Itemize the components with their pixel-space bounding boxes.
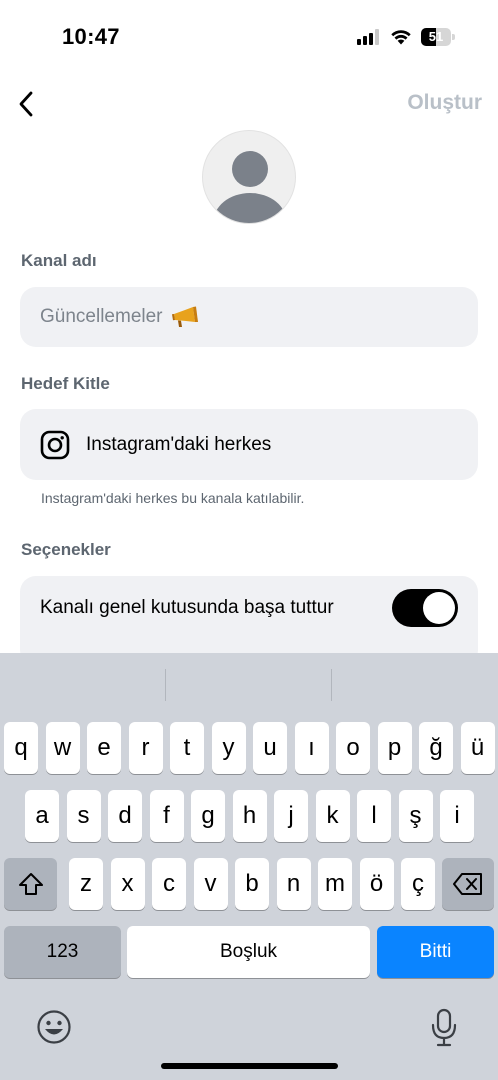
emoji-icon — [37, 1010, 71, 1044]
key-s[interactable]: s — [66, 790, 101, 842]
key-k[interactable]: k — [315, 790, 350, 842]
key-x[interactable]: x — [110, 858, 145, 910]
channel-avatar[interactable] — [202, 130, 296, 224]
key-o[interactable]: o — [336, 722, 370, 774]
key-r[interactable]: r — [128, 722, 163, 774]
key-ç[interactable]: ç — [401, 858, 435, 910]
microphone-icon — [431, 1008, 457, 1047]
pin-option-label: Kanalı genel kutusunda başa tuttur — [40, 597, 334, 618]
key-b[interactable]: b — [235, 858, 269, 910]
megaphone-icon — [171, 306, 198, 327]
key-i[interactable]: i — [440, 790, 474, 842]
key-g[interactable]: g — [191, 790, 225, 842]
suggestion-divider — [331, 669, 332, 701]
backspace-icon — [453, 873, 482, 895]
key-m[interactable]: m — [318, 858, 352, 910]
key-t[interactable]: t — [170, 722, 204, 774]
key-h[interactable]: h — [232, 790, 267, 842]
pin-option-toggle[interactable] — [392, 589, 458, 627]
key-ü[interactable]: ü — [460, 722, 495, 774]
key-a[interactable]: a — [25, 790, 59, 842]
pin-option-row[interactable]: Kanalı genel kutusunda başa tuttur — [20, 576, 478, 640]
audience-selector[interactable]: Instagram'daki herkes — [20, 409, 478, 480]
wifi-icon — [391, 30, 411, 45]
channel-name-input[interactable]: Güncellemeler — [20, 287, 478, 347]
options-label: Seçenekler — [21, 540, 111, 559]
audience-value: Instagram'daki herkes — [86, 433, 272, 455]
back-button[interactable] — [8, 86, 44, 122]
key-e[interactable]: e — [87, 722, 121, 774]
instagram-icon — [40, 430, 70, 459]
space-key[interactable]: Boşluk — [127, 926, 370, 978]
chevron-left-icon — [19, 91, 33, 117]
shift-icon — [18, 873, 43, 895]
key-f[interactable]: f — [149, 790, 184, 842]
key-p[interactable]: p — [377, 722, 412, 774]
key-ı[interactable]: ı — [294, 722, 329, 774]
create-button[interactable]: Oluştur — [407, 91, 482, 115]
channel-name-placeholder: Güncellemeler — [40, 306, 163, 327]
microphone-button[interactable] — [430, 1008, 458, 1048]
key-v[interactable]: v — [193, 858, 228, 910]
person-icon — [213, 151, 287, 223]
shift-key[interactable] — [4, 858, 57, 910]
key-d[interactable]: d — [108, 790, 142, 842]
key-l[interactable]: l — [357, 790, 391, 842]
key-y[interactable]: y — [211, 722, 246, 774]
keyboard: qwertyuıopğü asdfghjklşi zxcvbnmöç 123 B… — [0, 653, 498, 1080]
key-w[interactable]: w — [45, 722, 80, 774]
emoji-button[interactable] — [36, 1009, 72, 1045]
audience-helper-text: Instagram'daki herkes bu kanala katılabi… — [41, 490, 305, 506]
key-ğ[interactable]: ğ — [419, 722, 453, 774]
suggestion-divider — [165, 669, 166, 701]
numbers-key[interactable]: 123 — [4, 926, 121, 978]
key-j[interactable]: j — [274, 790, 308, 842]
key-c[interactable]: c — [152, 858, 186, 910]
status-time: 10:47 — [62, 24, 120, 49]
key-ö[interactable]: ö — [359, 858, 394, 910]
cellular-signal-icon — [357, 29, 381, 45]
battery-icon: 51 — [421, 28, 455, 46]
key-ş[interactable]: ş — [398, 790, 433, 842]
audience-label: Hedef Kitle — [21, 374, 110, 393]
suggestion-bar — [0, 653, 498, 715]
backspace-key[interactable] — [442, 858, 494, 910]
key-n[interactable]: n — [276, 858, 311, 910]
channel-name-label: Kanal adı — [21, 251, 97, 270]
status-bar: 10:47 51 — [0, 0, 498, 72]
home-indicator — [161, 1063, 338, 1069]
key-q[interactable]: q — [4, 722, 38, 774]
battery-percentage: 51 — [428, 29, 444, 44]
done-key[interactable]: Bitti — [377, 926, 494, 978]
key-u[interactable]: u — [253, 722, 287, 774]
key-z[interactable]: z — [69, 858, 103, 910]
toggle-knob — [423, 592, 455, 624]
